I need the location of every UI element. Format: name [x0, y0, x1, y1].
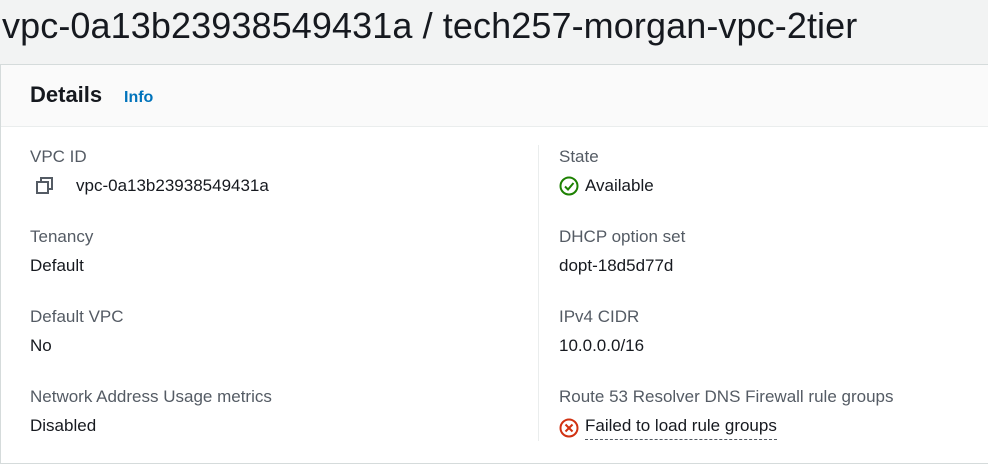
tenancy-value: Default	[30, 256, 84, 275]
default-vpc-label: Default VPC	[30, 307, 124, 326]
default-vpc-value: No	[30, 336, 52, 355]
x-circle-icon	[559, 418, 579, 438]
details-panel: Details Info VPC ID vpc-0a13b23938549431…	[0, 64, 988, 464]
column-divider	[538, 145, 539, 441]
tenancy-label: Tenancy	[30, 227, 94, 246]
route53-error-link[interactable]: Failed to load rule groups	[585, 415, 777, 440]
dhcp-option-link[interactable]: dopt-18d5d77d	[559, 255, 685, 277]
state-field: State Available	[559, 146, 654, 197]
details-title: Details	[30, 82, 103, 107]
vpc-id-value: vpc-0a13b23938549431a	[76, 176, 269, 195]
vpc-id-label: VPC ID	[30, 147, 87, 166]
nau-metrics-value: Disabled	[30, 416, 97, 435]
dhcp-field: DHCP option set dopt-18d5d77d	[559, 226, 685, 277]
route53-label: Route 53 Resolver DNS Firewall rule grou…	[559, 387, 894, 406]
page-title: vpc-0a13b23938549431a / tech257-morgan-v…	[2, 5, 858, 46]
nau-metrics-field: Network Address Usage metrics Disabled	[30, 386, 272, 437]
info-link[interactable]: Info	[124, 89, 153, 107]
vpc-id-value-row: vpc-0a13b23938549431a	[30, 175, 269, 197]
route53-value-row: Failed to load rule groups	[559, 415, 893, 440]
state-value: Available	[585, 176, 654, 195]
nau-metrics-label: Network Address Usage metrics	[30, 387, 272, 406]
details-panel-header: Details Info	[1, 65, 988, 127]
route53-field: Route 53 Resolver DNS Firewall rule grou…	[559, 386, 893, 440]
default-vpc-field: Default VPC No	[30, 306, 124, 357]
tenancy-field: Tenancy Default	[30, 226, 93, 277]
ipv4-field: IPv4 CIDR 10.0.0.0/16	[559, 306, 644, 357]
ipv4-value: 10.0.0.0/16	[559, 336, 645, 355]
vpc-id-field: VPC ID vpc-0a13b23938549431a	[30, 146, 269, 197]
check-circle-icon	[559, 176, 579, 196]
ipv4-label: IPv4 CIDR	[559, 307, 640, 326]
state-label: State	[559, 147, 599, 166]
dhcp-label: DHCP option set	[559, 227, 686, 246]
copy-icon[interactable]	[34, 175, 56, 197]
state-value-row: Available	[559, 175, 654, 197]
